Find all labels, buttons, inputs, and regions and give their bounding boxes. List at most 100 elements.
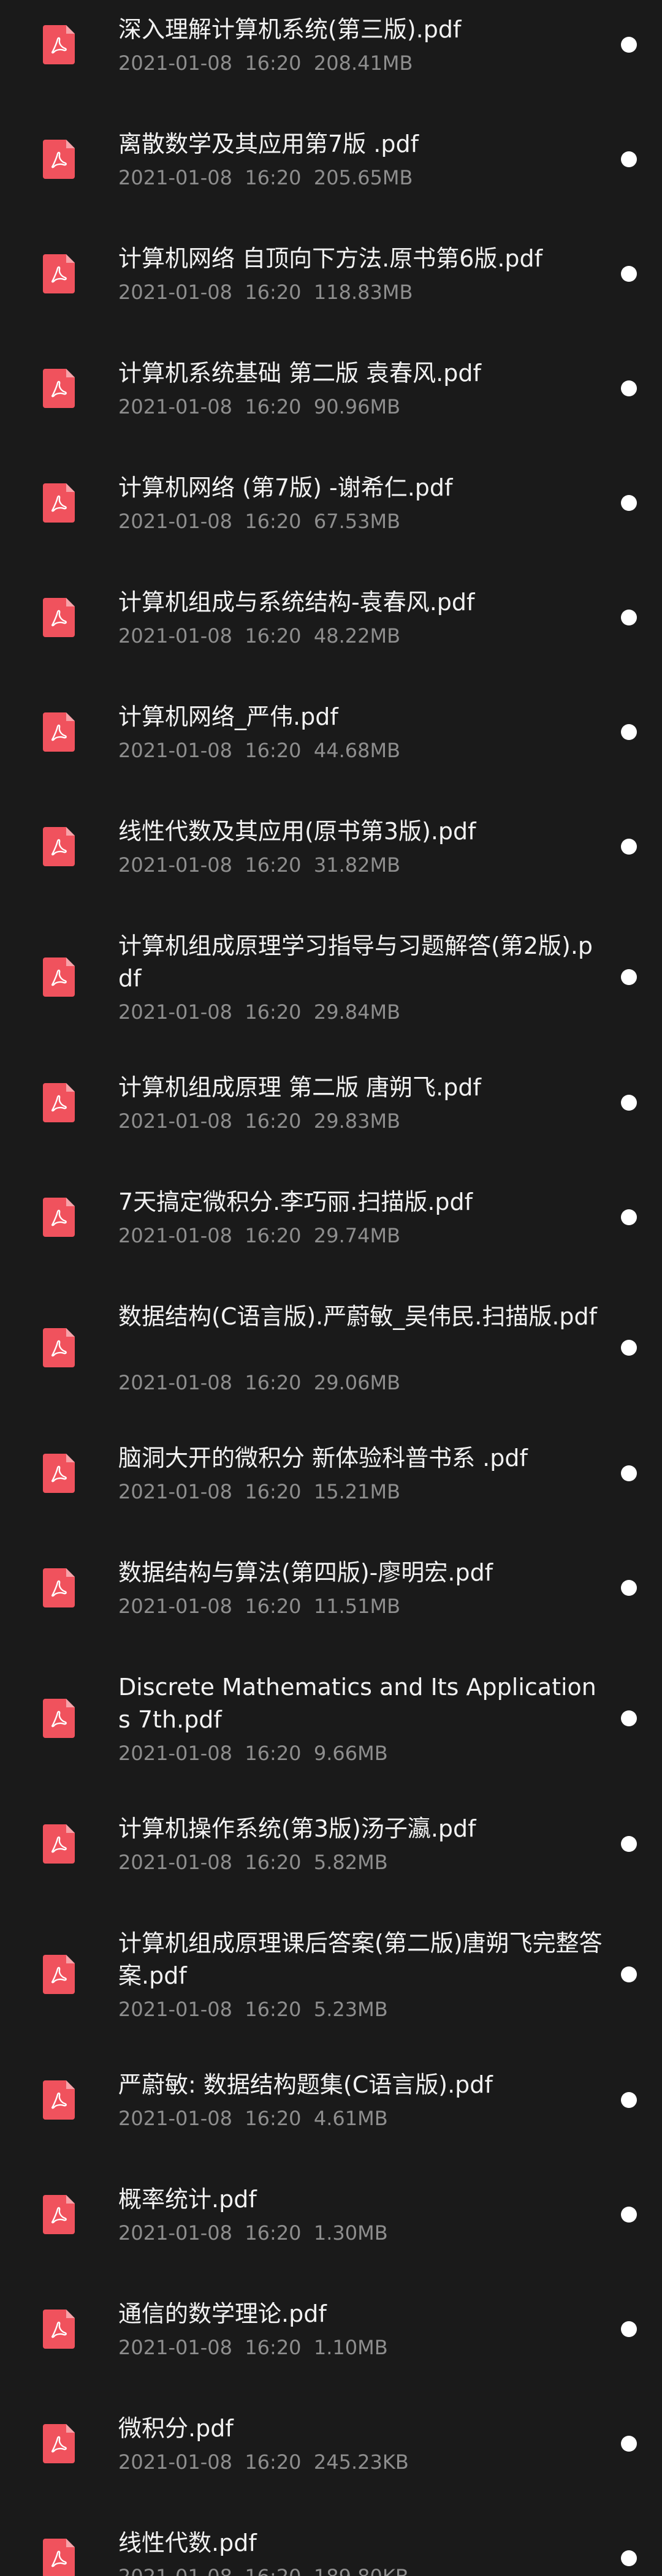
pdf-icon bbox=[43, 1699, 75, 1738]
file-meta: 2021-01-08 16:20 5.23MB bbox=[118, 1997, 388, 2022]
file-time: 16:20 bbox=[245, 2336, 302, 2359]
file-meta: 2021-01-08 16:20 205.65MB bbox=[118, 165, 413, 190]
file-row[interactable]: 线性代数.pdf 2021-01-08 16:20 189.80KB bbox=[0, 2527, 662, 2576]
file-row[interactable]: 计算机操作系统(第3版)汤子瀛.pdf 2021-01-08 16:20 5.82… bbox=[0, 1813, 662, 1875]
pdf-icon bbox=[43, 2080, 75, 2120]
file-name: 计算机网络 自顶向下方法.原书第6版.pdf bbox=[118, 245, 543, 272]
more-dot-icon[interactable] bbox=[621, 1340, 637, 1356]
file-size: 5.23MB bbox=[313, 1998, 388, 2021]
more-dot-icon[interactable] bbox=[621, 969, 637, 985]
pdf-icon bbox=[43, 368, 75, 408]
more-dot-icon[interactable] bbox=[621, 1835, 637, 1852]
file-row[interactable]: 计算机组成原理课后答案(第二版)唐朔飞完整答案.pdf 2021-01-08 16… bbox=[0, 1927, 662, 2022]
file-meta: 2021-01-08 16:20 1.30MB bbox=[118, 2221, 388, 2245]
file-meta: 2021-01-08 16:20 5.82MB bbox=[118, 1850, 388, 1875]
pdf-icon bbox=[43, 2309, 75, 2349]
file-meta: 2021-01-08 16:20 11.51MB bbox=[118, 1594, 400, 1618]
more-dot-icon[interactable] bbox=[621, 1579, 637, 1596]
file-date: 2021-01-08 bbox=[118, 1595, 232, 1618]
pdf-icon bbox=[43, 958, 75, 997]
more-dot-icon[interactable] bbox=[621, 609, 637, 625]
more-dot-icon[interactable] bbox=[621, 1966, 637, 1982]
file-name: 线性代数及其应用(原书第3版).pdf bbox=[118, 818, 476, 845]
file-row[interactable]: 7天搞定微积分.李巧丽.扫描版.pdf 2021-01-08 16:20 29.7… bbox=[0, 1186, 662, 1248]
file-row[interactable]: 线性代数及其应用(原书第3版).pdf 2021-01-08 16:20 31.8… bbox=[0, 815, 662, 877]
file-size: 208.41MB bbox=[313, 51, 413, 75]
pdf-icon bbox=[43, 1955, 75, 1994]
file-row[interactable]: 脑洞大开的微积分 新体验科普书系 .pdf 2021-01-08 16:20 15… bbox=[0, 1442, 662, 1504]
pdf-icon bbox=[43, 1824, 75, 1864]
file-time: 16:20 bbox=[245, 2450, 302, 2474]
pdf-icon bbox=[43, 2194, 75, 2234]
file-size: 29.84MB bbox=[313, 1000, 401, 1024]
file-row[interactable]: 离散数学及其应用第7版 .pdf 2021-01-08 16:20 205.65M… bbox=[0, 128, 662, 190]
file-row[interactable]: 通信的数学理论.pdf 2021-01-08 16:20 1.10MB bbox=[0, 2298, 662, 2360]
file-row[interactable]: 计算机网络_严伟.pdf 2021-01-08 16:20 44.68MB bbox=[0, 701, 662, 763]
file-size: 1.30MB bbox=[313, 2221, 388, 2245]
file-time: 16:20 bbox=[245, 395, 302, 418]
file-name: 脑洞大开的微积分 新体验科普书系 .pdf bbox=[118, 1445, 528, 1471]
file-date: 2021-01-08 bbox=[118, 1851, 232, 1874]
file-size: 29.06MB bbox=[313, 1371, 401, 1394]
more-dot-icon[interactable] bbox=[621, 1209, 637, 1225]
file-meta: 2021-01-08 16:20 245.23KB bbox=[118, 2450, 409, 2474]
file-row[interactable]: 计算机系统基础 第二版 袁春风.pdf 2021-01-08 16:20 90.9… bbox=[0, 357, 662, 419]
file-date: 2021-01-08 bbox=[118, 51, 232, 75]
file-time: 16:20 bbox=[245, 2221, 302, 2245]
file-time: 16:20 bbox=[245, 281, 302, 304]
file-meta: 2021-01-08 16:20 4.61MB bbox=[118, 2106, 388, 2131]
more-dot-icon[interactable] bbox=[621, 1094, 637, 1111]
file-name: 7天搞定微积分.李巧丽.扫描版.pdf bbox=[118, 1188, 473, 1215]
file-meta: 2021-01-08 16:20 29.06MB bbox=[118, 1370, 400, 1395]
more-dot-icon[interactable] bbox=[621, 265, 637, 282]
file-name: 计算机组成原理 第二版 唐朔飞.pdf bbox=[118, 1074, 481, 1101]
file-row[interactable]: 微积分.pdf 2021-01-08 16:20 245.23KB bbox=[0, 2412, 662, 2474]
file-size: 31.82MB bbox=[313, 853, 401, 877]
file-size: 15.21MB bbox=[313, 1480, 401, 1503]
file-row[interactable]: 计算机组成原理 第二版 唐朔飞.pdf 2021-01-08 16:20 29.8… bbox=[0, 1071, 662, 1133]
more-dot-icon[interactable] bbox=[621, 2206, 637, 2223]
file-row[interactable]: 概率统计.pdf 2021-01-08 16:20 1.30MB bbox=[0, 2183, 662, 2245]
file-row[interactable]: 数据结构与算法(第四版)-廖明宏.pdf 2021-01-08 16:20 11.… bbox=[0, 1557, 662, 1618]
file-row[interactable]: 计算机网络 (第7版) -谢希仁.pdf 2021-01-08 16:20 67.… bbox=[0, 472, 662, 534]
file-row[interactable]: Discrete Mathematics and Its Application… bbox=[0, 1671, 662, 1766]
more-dot-icon[interactable] bbox=[621, 380, 637, 396]
file-date: 2021-01-08 bbox=[118, 281, 232, 304]
pdf-icon bbox=[43, 25, 75, 64]
file-row[interactable]: 严蔚敏: 数据结构题集(C语言版).pdf 2021-01-08 16:20 4.… bbox=[0, 2069, 662, 2131]
file-meta: 2021-01-08 16:20 118.83MB bbox=[118, 280, 413, 304]
file-size: 4.61MB bbox=[313, 2107, 388, 2130]
file-size: 5.82MB bbox=[313, 1851, 388, 1874]
more-dot-icon[interactable] bbox=[621, 494, 637, 511]
more-dot-icon[interactable] bbox=[621, 723, 637, 740]
more-dot-icon[interactable] bbox=[621, 151, 637, 167]
file-size: 9.66MB bbox=[313, 1742, 388, 1765]
file-time: 16:20 bbox=[245, 1851, 302, 1874]
file-row[interactable]: 计算机组成原理学习指导与习题解答(第2版).pdf 2021-01-08 16:2… bbox=[0, 930, 662, 1024]
file-time: 16:20 bbox=[245, 510, 302, 533]
pdf-icon bbox=[43, 2538, 75, 2576]
file-row[interactable]: 计算机网络 自顶向下方法.原书第6版.pdf 2021-01-08 16:20 1… bbox=[0, 243, 662, 304]
file-time: 16:20 bbox=[245, 51, 302, 75]
file-time: 16:20 bbox=[245, 624, 302, 648]
more-dot-icon[interactable] bbox=[621, 2550, 637, 2566]
more-dot-icon[interactable] bbox=[621, 838, 637, 855]
file-row[interactable]: 计算机组成与系统结构-袁春风.pdf 2021-01-08 16:20 48.22… bbox=[0, 586, 662, 648]
file-date: 2021-01-08 bbox=[118, 1480, 232, 1503]
more-dot-icon[interactable] bbox=[621, 36, 637, 53]
file-row[interactable]: 深入理解计算机系统(第三版).pdf 2021-01-08 16:20 208.4… bbox=[0, 13, 662, 75]
more-dot-icon[interactable] bbox=[621, 1465, 637, 1481]
file-row[interactable]: 数据结构(C语言版).严蔚敏_吴伟民.扫描版.pdf 2021-01-08 16:… bbox=[0, 1301, 662, 1395]
file-name: 数据结构(C语言版).严蔚敏_吴伟民.扫描版.pdf bbox=[118, 1303, 598, 1330]
file-size: 245.23KB bbox=[313, 2450, 409, 2474]
more-dot-icon[interactable] bbox=[621, 2321, 637, 2337]
more-dot-icon[interactable] bbox=[621, 2091, 637, 2108]
more-dot-icon[interactable] bbox=[621, 1710, 637, 1726]
file-date: 2021-01-08 bbox=[118, 2221, 232, 2245]
file-date: 2021-01-08 bbox=[118, 166, 232, 189]
file-name: 数据结构与算法(第四版)-廖明宏.pdf bbox=[118, 1559, 493, 1586]
pdf-icon bbox=[43, 1568, 75, 1607]
more-dot-icon[interactable] bbox=[621, 2435, 637, 2452]
file-date: 2021-01-08 bbox=[118, 2565, 232, 2576]
file-meta: 2021-01-08 16:20 29.83MB bbox=[118, 1109, 400, 1133]
